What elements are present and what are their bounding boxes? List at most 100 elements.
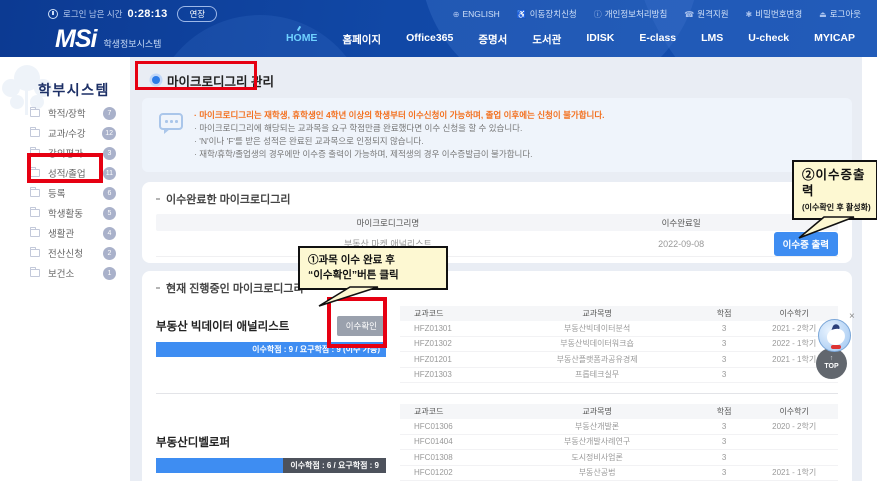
session-timer: 로그인 남은 시간 0:28:13 연장: [48, 6, 217, 22]
course-row: HFC01202 부동산공법 3 2021 - 1학기: [400, 466, 838, 482]
mascot-helper-widget[interactable]: [818, 319, 851, 352]
notice-line: · 'N'이나 'F'를 받은 성적은 완료된 교과목으로 인정되지 않습니다.: [194, 135, 838, 148]
progress-bar: 이수학점 : 9 / 요구학점 : 9 (이수 가능): [156, 342, 386, 357]
in-progress-microdegree-card: 현재 진행중인 마이크로디그리 부동산 빅데이터 애널리스트 이수확인 이수학점…: [142, 271, 852, 493]
folder-icon: [30, 129, 40, 137]
nav-office365[interactable]: Office365: [406, 32, 453, 47]
remote-icon: ☎: [684, 10, 694, 19]
app-logo[interactable]: MSi 학생정보시스템: [55, 27, 161, 52]
header-bottom-row: MSi 학생정보시스템 HOME 홈페이지 Office365 증명서 도서관 …: [0, 21, 877, 57]
course-row: HFZ01301 부동산빅데이터분석 3 2021 - 2학기: [400, 321, 838, 337]
course-row: HFZ01302 부동산빅데이터워크숍 3 2022 - 1학기: [400, 337, 838, 353]
scroll-to-top-button[interactable]: ↑ TOP: [816, 348, 847, 379]
main-nav: HOME 홈페이지 Office365 증명서 도서관 IDISK E-clas…: [286, 32, 855, 47]
course-table: 교과코드 교과목명 학점 이수학기 HFC01306 부동산개발론 3 2020…: [400, 404, 838, 481]
nav-library[interactable]: 도서관: [532, 32, 561, 47]
sidebar-item-lecture-evaluation[interactable]: 강의평가 3: [0, 143, 130, 163]
course-table-header: 교과코드 교과목명 학점 이수학기: [400, 404, 838, 419]
menu-count-badge: 3: [103, 147, 116, 160]
logout-icon: ⏏: [819, 10, 827, 19]
section-title-completed: 이수완료한 마이크로디그리: [166, 191, 291, 207]
column-header-name: 마이크로디그리명: [156, 217, 620, 229]
completed-table: 마이크로디그리명 이수완료일 부동산 마켓 애널리스트 2022-09-08 이…: [156, 214, 838, 257]
completed-microdegree-card: 이수완료한 마이크로디그리 마이크로디그리명 이수완료일 부동산 마켓 애널리스…: [142, 182, 852, 263]
sidebar-item-registration[interactable]: 등록 6: [0, 183, 130, 203]
link-logout[interactable]: ⏏ 로그아웃: [819, 8, 861, 20]
main-content: 마이크로디그리 관리 · 마이크로디그리는 재학생, 휴학생인 4학년 이상의 …: [130, 57, 862, 481]
nav-idisk[interactable]: IDISK: [586, 32, 614, 47]
sidebar-item-health-center[interactable]: 보건소 1: [0, 263, 130, 283]
menu-count-badge: 5: [103, 207, 116, 220]
folder-icon: [30, 249, 40, 257]
callout-tail: [798, 216, 856, 239]
column-header-code: 교과코드: [400, 308, 496, 319]
folder-icon: [30, 109, 40, 117]
nav-home[interactable]: HOME: [286, 32, 318, 47]
course-table-header: 교과코드 교과목명 학점 이수학기: [400, 306, 838, 321]
progress-fill: [156, 458, 283, 473]
course-row: HFC01404 부동산개발사례연구 3: [400, 435, 838, 451]
column-header-course: 교과목명: [496, 406, 697, 417]
sidebar-item-grades-graduation[interactable]: 성적/졸업 11: [0, 163, 130, 183]
sidebar-item-student-activities[interactable]: 학생활동 5: [0, 203, 130, 223]
logo-subtitle: 학생정보시스템: [103, 37, 161, 50]
nav-lms[interactable]: LMS: [701, 32, 723, 47]
column-header-course: 교과목명: [496, 308, 697, 319]
menu-count-badge: 7: [103, 107, 116, 120]
close-icon[interactable]: ×: [849, 312, 855, 322]
link-label: ENGLISH: [463, 9, 500, 19]
annotation-callout-step1: ①과목 이수 완료 후 “이수확인”버튼 클릭: [298, 246, 448, 290]
sidebar-menu: 학적/장학 7 교과/수강 12 강의평가 3 성적/졸업 11 등록 6 학생…: [0, 103, 130, 283]
menu-count-badge: 6: [103, 187, 116, 200]
globe-icon: ⊕: [453, 10, 460, 19]
folder-icon: [30, 189, 40, 197]
link-remote-support[interactable]: ☎ 원격지원: [684, 8, 728, 20]
nav-certificates[interactable]: 증명서: [478, 32, 507, 47]
link-change-password[interactable]: ✱ 비밀번호변경: [746, 8, 803, 20]
nav-myicap[interactable]: MYICAP: [814, 32, 855, 47]
table-header: 마이크로디그리명 이수완료일: [156, 214, 838, 231]
menu-count-badge: 12: [102, 127, 116, 140]
folder-icon: [30, 229, 40, 237]
progress-label: 이수학점 : 6 / 요구학점 : 9: [283, 458, 386, 473]
section-title-row: 현재 진행중인 마이크로디그리: [156, 280, 838, 296]
column-header-semester: 이수학기: [750, 308, 838, 319]
column-header-date: 이수완료일: [620, 217, 743, 229]
degree-block: 부동산 빅데이터 애널리스트 이수확인 이수학점 : 9 / 요구학점 : 9 …: [156, 306, 838, 383]
link-privacy-policy[interactable]: ⓘ 개인정보처리방침: [594, 8, 668, 20]
link-mobility-request[interactable]: ♿ 이동장치신청: [517, 8, 577, 20]
bullet-icon: [156, 287, 160, 289]
menu-count-badge: 1: [103, 267, 116, 280]
degree-name: 부동산 빅데이터 애널리스트: [156, 318, 289, 334]
page-title: 마이크로디그리 관리: [167, 71, 274, 90]
logo-text: MSi: [55, 27, 96, 52]
column-header-code: 교과코드: [400, 406, 496, 417]
link-label: 개인정보처리방침: [605, 8, 668, 20]
mascot-horse-icon: [826, 328, 846, 346]
degree-block: 부동산디벨로퍼 이수학점 : 6 / 요구학점 : 9 교과코드 교과목명 학점…: [156, 404, 838, 481]
degree-name: 부동산디벨로퍼: [156, 434, 230, 450]
link-english[interactable]: ⊕ ENGLISH: [453, 9, 500, 19]
column-header-credit: 학점: [698, 406, 751, 417]
nav-homepage[interactable]: 홈페이지: [342, 32, 381, 47]
extend-session-button[interactable]: 연장: [177, 6, 217, 22]
notice-line: · 마이크로디그리는 재학생, 휴학생인 4학년 이상의 학생부터 이수신청이 …: [194, 109, 838, 122]
degree-summary: 부동산디벨로퍼 이수학점 : 6 / 요구학점 : 9: [156, 404, 386, 481]
page-title-row: 마이크로디그리 관리: [152, 69, 852, 91]
sidebar-item-records-scholarship[interactable]: 학적/장학 7: [0, 103, 130, 123]
nav-eclass[interactable]: E-class: [639, 32, 676, 47]
sidebar-item-it-request[interactable]: 전산신청 2: [0, 243, 130, 263]
up-arrow-icon: ↑: [830, 355, 834, 362]
confirm-completion-button[interactable]: 이수확인: [337, 316, 386, 336]
nav-ucheck[interactable]: U-check: [748, 32, 789, 47]
app-header: 로그인 남은 시간 0:28:13 연장 ⊕ ENGLISH ♿ 이동장치신청 …: [0, 0, 877, 57]
sidebar-item-courses[interactable]: 교과/수강 12: [0, 123, 130, 143]
folder-icon: [30, 269, 40, 277]
course-row: HFC01306 부동산개발론 3 2020 - 2학기: [400, 419, 838, 435]
folder-icon: [30, 209, 40, 217]
sidebar-item-dormitory[interactable]: 생활관 4: [0, 223, 130, 243]
person-icon: ♿: [517, 10, 527, 19]
link-label: 로그아웃: [830, 8, 861, 20]
divider: [156, 393, 838, 394]
link-label: 비밀번호변경: [755, 8, 802, 20]
